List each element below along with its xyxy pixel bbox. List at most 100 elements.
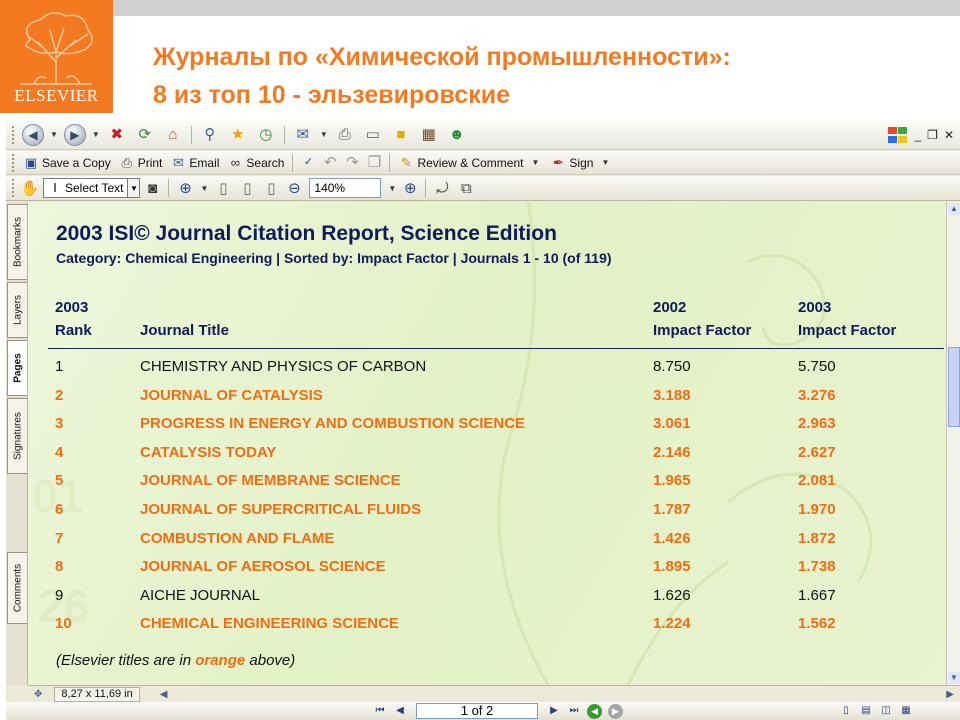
zoom-tool-dropdown-icon[interactable]: ▼: [200, 184, 208, 193]
zoom-level-field[interactable]: 140%: [309, 178, 382, 198]
forward-dropdown-icon[interactable]: ▼: [92, 130, 100, 139]
scrollbar-thumb[interactable]: [948, 347, 960, 427]
previous-page-icon[interactable]: ◀: [392, 704, 408, 718]
back-icon[interactable]: ◀: [22, 123, 44, 146]
scroll-down-icon[interactable]: ▼: [948, 672, 960, 684]
cell-impact-factor-2002: 1.965: [653, 472, 691, 490]
actual-size-icon[interactable]: ▯: [214, 177, 232, 199]
cell-rank: 1: [55, 358, 64, 375]
refresh-icon[interactable]: ⟳: [134, 124, 156, 146]
copy-icon[interactable]: ❐: [366, 152, 382, 174]
research-icon[interactable]: ▦: [418, 124, 440, 146]
edit-icon[interactable]: ▭: [362, 124, 384, 146]
zoom-in-tool-icon[interactable]: ⊕: [176, 177, 194, 199]
toolbar-separator: [283, 125, 285, 144]
scroll-left-icon[interactable]: ◀: [160, 689, 168, 700]
restore-icon[interactable]: ❐: [927, 128, 938, 142]
save-icon: ▣: [24, 155, 38, 170]
sign-button[interactable]: ✒ Sign ▼: [550, 155, 612, 171]
mail-icon[interactable]: ✉: [292, 124, 314, 146]
cell-journal-title: COMBUSTION AND FLAME: [140, 529, 335, 547]
navigation-tabs: Bookmarks Layers Pages Signatures Commen…: [6, 202, 28, 685]
tab-comments[interactable]: Comments: [7, 552, 27, 624]
scroll-right-icon[interactable]: ▶: [946, 689, 954, 700]
cell-rank: 7: [55, 529, 64, 547]
sign-dropdown-icon[interactable]: ▼: [601, 158, 609, 167]
spellcheck-icon[interactable]: ✓: [300, 152, 316, 174]
continuous-facing-layout-icon[interactable]: ▦: [898, 704, 914, 718]
vertical-scrollbar[interactable]: ▲ ▼: [946, 202, 960, 685]
column-header-if2002-year: 2002: [653, 299, 687, 316]
history-icon[interactable]: ◷: [255, 124, 277, 146]
undo-icon[interactable]: ↶: [322, 152, 338, 174]
toolbar-grip[interactable]: [12, 179, 15, 197]
cell-impact-factor-2002: 3.188: [653, 386, 691, 404]
last-page-icon[interactable]: ⏭: [566, 704, 582, 718]
cell-impact-factor-2002: 1.787: [653, 501, 691, 518]
column-header-rank-label: Rank: [55, 322, 92, 339]
scroll-up-icon[interactable]: ▲: [948, 203, 960, 215]
continuous-layout-icon[interactable]: ▤: [858, 704, 874, 718]
column-header-if2003: 2003 Impact Factor: [798, 296, 896, 342]
review-comment-button[interactable]: ✎ Review & Comment ▼: [398, 155, 542, 171]
cell-impact-factor-2003: 1.970: [798, 501, 836, 518]
single-page-layout-icon[interactable]: ▯: [838, 704, 854, 718]
select-text-tool[interactable]: Ⅰ Select Text: [43, 178, 129, 198]
cell-impact-factor-2003: 2.081: [798, 472, 836, 490]
cell-impact-factor-2002: 8.750: [653, 358, 691, 375]
cell-impact-factor-2003: 1.738: [798, 558, 836, 576]
save-copy-button[interactable]: ▣ Save a Copy: [23, 155, 111, 171]
logo-text: ELSEVIER: [14, 86, 99, 105]
minimize-icon[interactable]: _: [914, 128, 921, 142]
email-button[interactable]: ✉ Email: [170, 155, 219, 171]
print-icon[interactable]: ⎙: [334, 124, 356, 146]
cell-journal-title: JOURNAL OF SUPERCRITICAL FLUIDS: [140, 501, 422, 518]
search-button[interactable]: ∞ Search: [227, 155, 285, 171]
slide-title-line-2: 8 из топ 10 - эльзевировские: [153, 81, 510, 109]
email-icon: ✉: [172, 155, 184, 170]
home-icon[interactable]: ⌂: [162, 124, 184, 146]
column-header-rank: 2003 Rank: [55, 296, 92, 342]
print-label: Print: [137, 155, 163, 170]
next-page-icon[interactable]: ▶: [546, 704, 562, 718]
fit-page-icon[interactable]: ▯: [238, 177, 256, 199]
rotate-view-icon[interactable]: ⤾: [433, 177, 451, 199]
header-band: [113, 0, 960, 16]
cell-journal-title: CHEMISTRY AND PHYSICS OF CARBON: [140, 358, 427, 375]
page-number-field[interactable]: 1 of 2: [416, 703, 538, 719]
tab-signatures[interactable]: Signatures: [7, 398, 27, 474]
print-button[interactable]: ⎙ Print: [119, 155, 163, 171]
notes-icon[interactable]: ■: [390, 124, 412, 146]
first-page-icon[interactable]: ⏮: [372, 704, 388, 718]
forward-icon[interactable]: ▶: [63, 123, 86, 146]
review-dropdown-icon[interactable]: ▼: [531, 158, 539, 167]
select-tool-dropdown-icon[interactable]: ▼: [128, 178, 141, 198]
stop-icon[interactable]: ✖: [106, 124, 128, 146]
toolbar-grip[interactable]: [12, 153, 15, 172]
back-dropdown-icon[interactable]: ▼: [50, 130, 58, 139]
tab-bookmarks[interactable]: Bookmarks: [7, 204, 27, 280]
toolbar-separator: [425, 179, 427, 197]
tab-layers[interactable]: Layers: [7, 282, 27, 338]
previous-view-icon[interactable]: ◀: [587, 703, 602, 719]
facing-layout-icon[interactable]: ◫: [878, 704, 894, 718]
search-icon[interactable]: ⚲: [199, 124, 221, 146]
cell-impact-factor-2003: 2.963: [798, 415, 836, 433]
zoom-out-icon[interactable]: ⊖: [286, 177, 302, 199]
mail-dropdown-icon[interactable]: ▼: [320, 130, 328, 139]
zoom-level-dropdown-icon[interactable]: ▼: [388, 184, 396, 193]
next-view-icon[interactable]: ▶: [608, 703, 623, 719]
resize-handle-icon[interactable]: ✥: [34, 689, 42, 700]
slide-title-line-1: Журналы по «Химической промышленности»:: [153, 43, 731, 71]
messenger-icon[interactable]: ☻: [446, 124, 468, 146]
hand-tool-icon[interactable]: ✋: [21, 177, 40, 199]
zoom-in-icon[interactable]: ⊕: [402, 177, 418, 199]
toolbar-grip[interactable]: [12, 125, 15, 144]
redo-icon[interactable]: ↷: [344, 152, 360, 174]
close-icon[interactable]: ✕: [944, 128, 954, 142]
fit-width-icon[interactable]: ▯: [262, 177, 280, 199]
snapshot-icon[interactable]: ◙: [143, 177, 161, 199]
favorites-star-icon[interactable]: ★: [227, 124, 249, 146]
tab-pages[interactable]: Pages: [7, 340, 27, 396]
page-layout-icon[interactable]: ⧉: [457, 177, 475, 199]
